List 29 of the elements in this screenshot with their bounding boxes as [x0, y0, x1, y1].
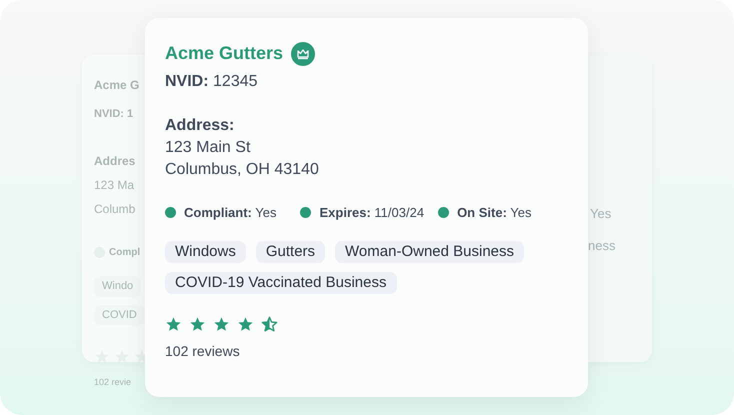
star-icon: [189, 316, 206, 332]
status-text: On Site: Yes: [457, 204, 532, 222]
tag: COVID-19 Vaccinated Business: [165, 272, 396, 294]
status-value: Yes: [590, 205, 612, 223]
tag: COVID: [94, 304, 145, 325]
card-title: Acme G: [94, 77, 140, 94]
star-icon: [165, 316, 182, 332]
address-label: Address:: [165, 116, 236, 136]
status-label: Compl: [109, 246, 140, 260]
star-icon: [213, 316, 230, 332]
tag: Windows: [165, 240, 246, 262]
tag: ness: [588, 236, 616, 256]
card-title: Acme Gutters: [165, 42, 284, 65]
half-star-icon: [261, 316, 278, 332]
tag: Woman-Owned Business: [335, 240, 524, 262]
nvid-text: NVID: 12345: [165, 72, 259, 92]
tag: Gutters: [256, 240, 326, 262]
address-line: 123 Ma: [94, 177, 134, 194]
address-line: Columb: [94, 201, 136, 218]
status-text: Expires: 11/03/24: [319, 204, 424, 222]
tag: Windo: [94, 276, 142, 296]
nvid-text: NVID: 1: [94, 107, 134, 122]
address-label: Addres: [94, 153, 136, 170]
address-line: Columbus, OH 43140: [165, 160, 320, 180]
reviews-count: 102 reviews: [165, 342, 241, 360]
status-text: Compliant: Yes: [184, 204, 276, 222]
address-line: 123 Main St: [165, 138, 252, 158]
star-icon: [237, 316, 254, 332]
reviews-count: 102 revie: [94, 376, 132, 389]
